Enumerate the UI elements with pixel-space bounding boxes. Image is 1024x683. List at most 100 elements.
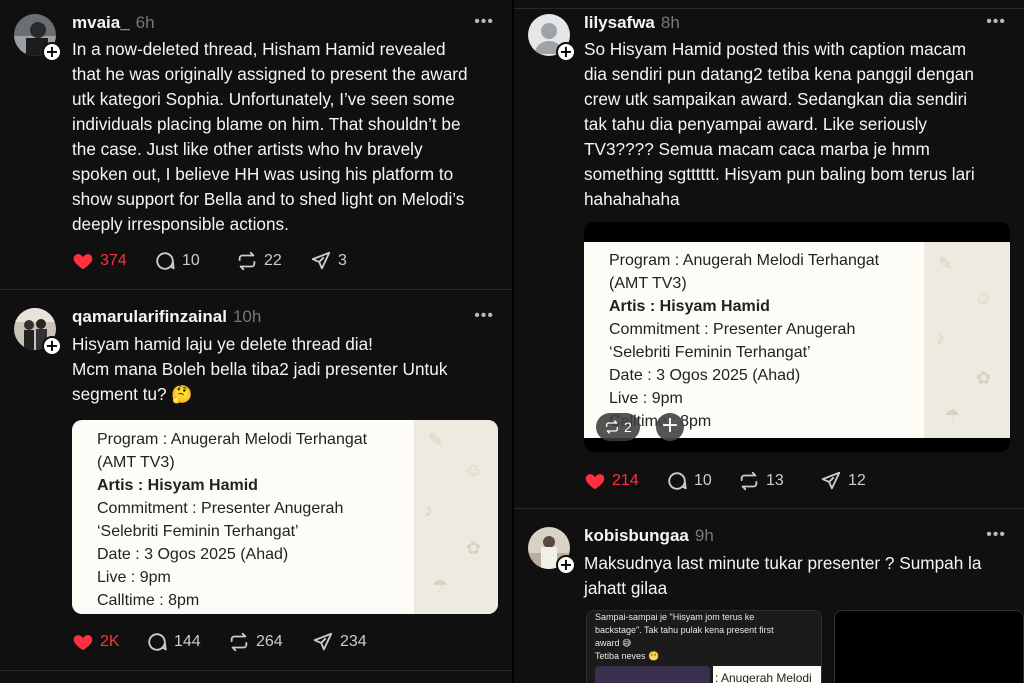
card-text-line: Live : 9pm xyxy=(609,390,683,407)
avatar-mvaia[interactable]: + xyxy=(14,14,62,62)
repost-button[interactable]: 264 xyxy=(228,631,312,653)
post-text: Maksudnya last minute tukar presenter ? … xyxy=(584,551,1010,601)
reply-count: 10 xyxy=(182,252,200,269)
heart-filled-icon xyxy=(73,254,93,270)
repost-overlay-pill[interactable]: 2 xyxy=(596,413,640,441)
attached-image[interactable]: Sampai-sampai je "Hisyam jom terus ke ba… xyxy=(586,610,822,683)
like-button[interactable]: 374 xyxy=(72,250,154,272)
avatar-qamarularifinzainal[interactable]: + xyxy=(14,308,62,356)
post-actions: 2K 144 264 234 xyxy=(72,629,367,655)
share-icon xyxy=(821,471,841,490)
like-button[interactable]: 214 xyxy=(584,470,666,492)
heart-filled-icon xyxy=(73,635,93,651)
post-text-line: deeply irresponsible actions. xyxy=(72,214,289,234)
card-text-line: ‘Selebriti Feminin Terhangat’ xyxy=(97,523,299,540)
like-count: 214 xyxy=(612,472,639,489)
repost-icon xyxy=(740,471,758,491)
post-actions: 214 10 13 12 xyxy=(584,468,866,494)
username[interactable]: qamarularifinzainal xyxy=(72,307,227,326)
reply-count: 144 xyxy=(174,633,201,650)
follow-plus-icon[interactable]: + xyxy=(556,555,576,575)
more-options-icon[interactable]: ••• xyxy=(986,13,1006,31)
avatar-lilysafwa[interactable]: + xyxy=(528,14,576,62)
post-text-line: something sgtttttt. Hisyam pun baling bo… xyxy=(584,164,975,184)
more-options-icon[interactable]: ••• xyxy=(474,307,494,325)
post-text-line: tak tahu dia penyampai award. Like serio… xyxy=(584,114,927,134)
share-count: 234 xyxy=(340,633,367,650)
feed-column-left: + mvaia_ 6h ••• In a now-deleted thread, … xyxy=(0,0,512,683)
like-count: 374 xyxy=(100,252,127,269)
card-text-line: Artis : Hisyam Hamid xyxy=(97,477,258,494)
username[interactable]: lilysafwa xyxy=(584,13,655,32)
image-caption-line: Sampai-sampai je "Hisyam jom terus ke xyxy=(595,612,755,622)
more-options-icon[interactable]: ••• xyxy=(474,13,494,31)
post-text: So Hisyam Hamid posted this with caption… xyxy=(584,37,1010,212)
post-time: 8h xyxy=(660,13,680,32)
share-count: 12 xyxy=(848,472,866,489)
avatar-kobisbungaa[interactable]: + xyxy=(528,527,576,575)
share-button[interactable]: 3 xyxy=(310,250,347,272)
heart-filled-icon xyxy=(585,474,605,490)
more-options-icon[interactable]: ••• xyxy=(986,526,1006,544)
image-caption-line: award 😅 xyxy=(595,638,632,648)
card-text-line: Calltime : 8pm xyxy=(97,592,200,609)
card-text-line: Date : 3 Ogos 2025 (Ahad) xyxy=(609,367,801,384)
overlay-count: 2 xyxy=(624,419,632,435)
attached-image[interactable] xyxy=(834,610,1024,683)
post-time: 9h xyxy=(694,526,714,545)
post-time: 6h xyxy=(135,13,155,32)
post-text-line: individuals placing blame on him. That s… xyxy=(72,114,461,134)
chat-wallpaper-pattern: ✎ ☺ ♪ ✿ ☂ xyxy=(414,420,498,614)
screenshot-content: ✎ ☺ ♪ ✿ ☂ Program : Anugerah Melodi Terh… xyxy=(584,242,1010,438)
like-count: 2K xyxy=(100,633,120,650)
card-text-line: ‘Selebriti Feminin Terhangat’ xyxy=(609,344,811,361)
follow-plus-icon[interactable]: + xyxy=(42,42,62,62)
post-text-line: Hisyam hamid laju ye delete thread dia! xyxy=(72,334,373,354)
follow-plus-icon[interactable]: + xyxy=(42,336,62,356)
repost-count: 22 xyxy=(264,252,282,269)
chat-wallpaper-pattern: ✎ ☺ ♪ ✿ ☂ xyxy=(924,242,1010,438)
post-text: Hisyam hamid laju ye delete thread dia! … xyxy=(72,332,498,407)
post-text-line: So Hisyam Hamid posted this with caption… xyxy=(584,39,967,59)
add-overlay-icon[interactable]: + xyxy=(656,413,684,441)
post-text-line: hahahahaha xyxy=(584,189,680,209)
username[interactable]: kobisbungaa xyxy=(584,526,689,545)
thread-post: + mvaia_ 6h ••• In a now-deleted thread, … xyxy=(0,0,512,289)
post-text-line: that he was originally assigned to prese… xyxy=(72,64,468,84)
post-text-line: spoken out, I believe HH was using his p… xyxy=(72,164,454,184)
card-text-line: Program : Anugerah Melodi Terhangat xyxy=(97,431,368,448)
thread-post: + qamarularifinzainal 10h ••• Hisyam hami… xyxy=(0,290,512,683)
thread-post: + kobisbungaa 9h ••• Maksudnya last minut… xyxy=(514,509,1024,683)
attached-screenshot[interactable]: ✎ ☺ ♪ ✿ ☂ Program : Anugerah Melodi Terh… xyxy=(72,420,498,614)
repost-icon xyxy=(606,420,618,434)
image-card-text: : Anugerah Melodi xyxy=(715,671,812,683)
post-text-line: the case. Just like other artists who hv… xyxy=(72,139,423,159)
share-count: 3 xyxy=(338,252,347,269)
share-button[interactable]: 234 xyxy=(312,631,367,653)
post-text-line: show support for Bella and to shed light… xyxy=(72,189,465,209)
username[interactable]: mvaia_ xyxy=(72,13,130,32)
image-card: : Anugerah Melodi xyxy=(713,666,821,683)
post-time: 10h xyxy=(232,307,262,326)
repost-button[interactable]: 13 xyxy=(738,470,820,492)
post-text-line: TV3???? Semua macam caca marba je hmm xyxy=(584,139,930,159)
post-text-line: In a now-deleted thread, Hisham Hamid re… xyxy=(72,39,446,59)
card-text-line: Artis : Hisyam Hamid xyxy=(609,298,770,315)
follow-plus-icon[interactable]: + xyxy=(556,42,576,62)
like-button[interactable]: 2K xyxy=(72,631,146,653)
share-icon xyxy=(313,632,333,651)
post-divider xyxy=(0,670,512,671)
repost-button[interactable]: 22 xyxy=(236,250,310,272)
repost-icon xyxy=(238,251,256,271)
post-text: In a now-deleted thread, Hisham Hamid re… xyxy=(72,37,498,237)
attached-screenshot[interactable]: ✎ ☺ ♪ ✿ ☂ Program : Anugerah Melodi Terh… xyxy=(584,222,1010,452)
reply-button[interactable]: 144 xyxy=(146,631,228,653)
feed-column-right: + lilysafwa 8h ••• So Hisyam Hamid posted… xyxy=(514,0,1024,683)
card-text-line: (AMT TV3) xyxy=(97,454,175,471)
card-text-line: Program : Anugerah Melodi Terhangat xyxy=(609,252,880,269)
reply-button[interactable]: 10 xyxy=(666,470,738,492)
card-text-line: Date : 3 Ogos 2025 (Ahad) xyxy=(97,546,289,563)
reply-button[interactable]: 10 xyxy=(154,250,236,272)
share-button[interactable]: 12 xyxy=(820,470,866,492)
post-text-line: crew utk sampaikan award. Sedangkan dia … xyxy=(584,89,968,109)
